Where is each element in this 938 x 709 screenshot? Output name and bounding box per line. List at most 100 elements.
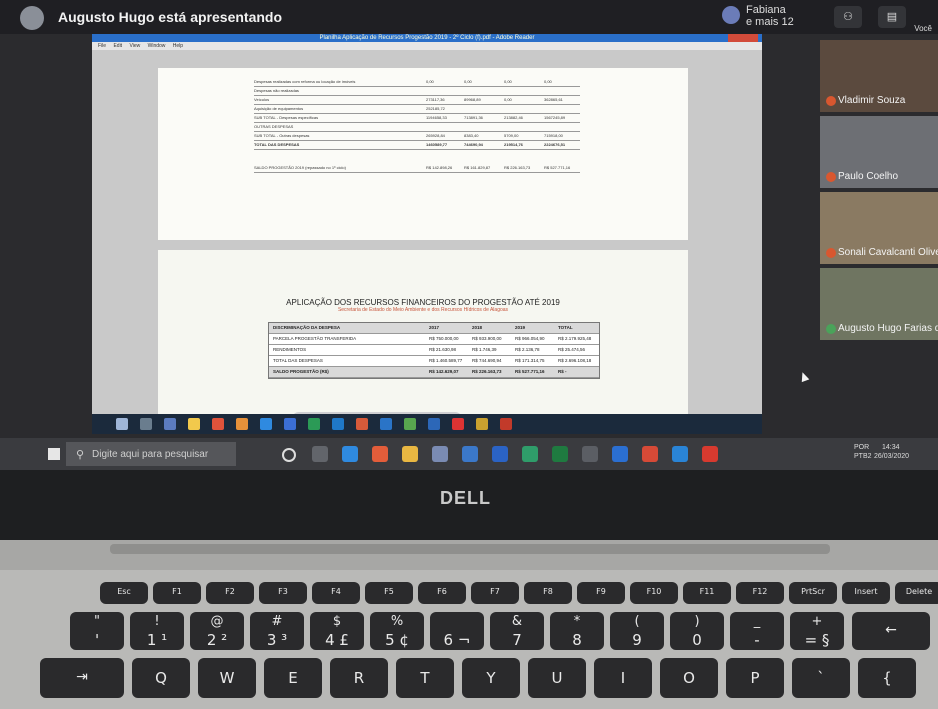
key-label: ) xyxy=(694,614,700,629)
excel-icon[interactable] xyxy=(552,446,568,462)
app-icon[interactable] xyxy=(308,418,320,430)
app-icon[interactable] xyxy=(428,418,440,430)
app-icon[interactable] xyxy=(164,418,176,430)
table-row: SALDO PROGESTÃO 2019 (repassado no 1º ci… xyxy=(254,164,580,173)
key-r[interactable]: R xyxy=(330,658,388,698)
chat-button[interactable]: ▤ xyxy=(878,6,906,28)
key-number[interactable]: & 7 xyxy=(490,612,544,650)
app-icon[interactable] xyxy=(260,418,272,430)
app-icon[interactable] xyxy=(188,418,200,430)
key-insert[interactable]: Insert xyxy=(842,582,890,604)
windows-start-icon[interactable] xyxy=(48,448,60,460)
app-icon[interactable] xyxy=(582,446,598,462)
key-number[interactable]: " ' xyxy=(70,612,124,650)
key-e[interactable]: E xyxy=(264,658,322,698)
menu-help[interactable]: Help xyxy=(173,43,183,49)
key-f2[interactable]: F2 xyxy=(206,582,254,604)
key-esc[interactable]: Esc xyxy=(100,582,148,604)
key-y[interactable]: Y xyxy=(462,658,520,698)
key-f11[interactable]: F11 xyxy=(683,582,731,604)
key-number[interactable]: ! 1 ¹ xyxy=(130,612,184,650)
menu-edit[interactable]: Edit xyxy=(113,43,122,49)
key-number[interactable]: ) 0 xyxy=(670,612,724,650)
participant-gallery: Vladimir Souza Paulo Coelho Sonali Caval… xyxy=(820,40,938,340)
key-f12[interactable]: F12 xyxy=(736,582,784,604)
key-number[interactable]: 6 ¬ xyxy=(430,612,484,650)
key-i[interactable]: I xyxy=(594,658,652,698)
taskbar-search[interactable]: ⚲ Digite aqui para pesquisar xyxy=(66,442,236,466)
key-{[interactable]: { xyxy=(858,658,916,698)
participants-button[interactable]: ⚇ xyxy=(834,6,862,28)
app-icon[interactable] xyxy=(452,418,464,430)
key-f1[interactable]: F1 xyxy=(153,582,201,604)
menu-view[interactable]: View xyxy=(129,43,140,49)
clock-time[interactable]: 14:34 xyxy=(882,444,900,451)
menu-window[interactable]: Window xyxy=(148,43,166,49)
key-f10[interactable]: F10 xyxy=(630,582,678,604)
key-number[interactable]: (9 xyxy=(610,612,664,650)
key-f6[interactable]: F6 xyxy=(418,582,466,604)
key-f8[interactable]: F8 xyxy=(524,582,572,604)
key-delete[interactable]: Delete xyxy=(895,582,938,604)
app-icon[interactable] xyxy=(522,446,538,462)
app-icon[interactable] xyxy=(462,446,478,462)
key-f9[interactable]: F9 xyxy=(577,582,625,604)
key-number[interactable]: _ - xyxy=(730,612,784,650)
acrobat-icon[interactable] xyxy=(702,446,718,462)
key-p[interactable]: P xyxy=(726,658,784,698)
app-icon[interactable] xyxy=(236,418,248,430)
key-number[interactable]: + = § xyxy=(790,612,844,650)
menu-file[interactable]: File xyxy=(98,43,106,49)
app-icon[interactable] xyxy=(116,418,128,430)
key-f5[interactable]: F5 xyxy=(365,582,413,604)
key-w[interactable]: W xyxy=(198,658,256,698)
key-number[interactable]: * 8 xyxy=(550,612,604,650)
key-f7[interactable]: F7 xyxy=(471,582,519,604)
key-prtscr[interactable]: PrtScr xyxy=(789,582,837,604)
key-`[interactable]: ` xyxy=(792,658,850,698)
table-total-row: SALDO PROGESTÃO (R$) R$ 142.629,07 R$ 226.… xyxy=(269,367,599,378)
key-f4[interactable]: F4 xyxy=(312,582,360,604)
participants-summary[interactable]: Fabiana e mais 12 xyxy=(722,4,812,30)
participant-tile[interactable]: Augusto Hugo Farias da xyxy=(820,268,938,340)
cortana-icon[interactable] xyxy=(282,448,296,462)
chrome-icon[interactable] xyxy=(372,446,388,462)
participant-tile[interactable]: Sonali Cavalcanti Oliveira xyxy=(820,192,938,264)
participant-tile[interactable]: Vladimir Souza xyxy=(820,40,938,112)
pdf-viewport[interactable]: Despesas realizadas com reforma ou locaç… xyxy=(92,50,762,426)
explorer-icon[interactable] xyxy=(402,446,418,462)
key-number[interactable]: $4 £ xyxy=(310,612,364,650)
participant-tile[interactable]: Paulo Coelho xyxy=(820,116,938,188)
app-icon[interactable] xyxy=(140,418,152,430)
app-icon[interactable] xyxy=(356,418,368,430)
language-indicator[interactable]: POR xyxy=(854,444,869,451)
key-f3[interactable]: F3 xyxy=(259,582,307,604)
clock-date[interactable]: 26/03/2020 xyxy=(874,453,909,460)
task-view-icon[interactable] xyxy=(312,446,328,462)
app-icon[interactable] xyxy=(500,418,512,430)
app-icon[interactable] xyxy=(672,446,688,462)
edge-icon[interactable] xyxy=(342,446,358,462)
key-label: # xyxy=(271,614,283,629)
key-t[interactable]: T xyxy=(396,658,454,698)
keyboard-layout[interactable]: PTB2 xyxy=(854,453,872,460)
app-icon[interactable] xyxy=(432,446,448,462)
app-icon[interactable] xyxy=(612,446,628,462)
key-number[interactable]: @2 ² xyxy=(190,612,244,650)
app-icon[interactable] xyxy=(492,446,508,462)
app-icon[interactable] xyxy=(380,418,392,430)
key-q[interactable]: Q xyxy=(132,658,190,698)
window-controls[interactable] xyxy=(728,34,758,42)
app-icon[interactable] xyxy=(284,418,296,430)
app-icon[interactable] xyxy=(212,418,224,430)
app-icon[interactable] xyxy=(404,418,416,430)
app-icon[interactable] xyxy=(476,418,488,430)
key-backspace[interactable]: ← xyxy=(852,612,930,650)
app-icon[interactable] xyxy=(642,446,658,462)
key-u[interactable]: U xyxy=(528,658,586,698)
key-number[interactable]: % 5 ¢ xyxy=(370,612,424,650)
key-o[interactable]: O xyxy=(660,658,718,698)
app-icon[interactable] xyxy=(332,418,344,430)
key-number[interactable]: #3 ³ xyxy=(250,612,304,650)
key-tab[interactable]: ⇥ xyxy=(40,658,124,698)
